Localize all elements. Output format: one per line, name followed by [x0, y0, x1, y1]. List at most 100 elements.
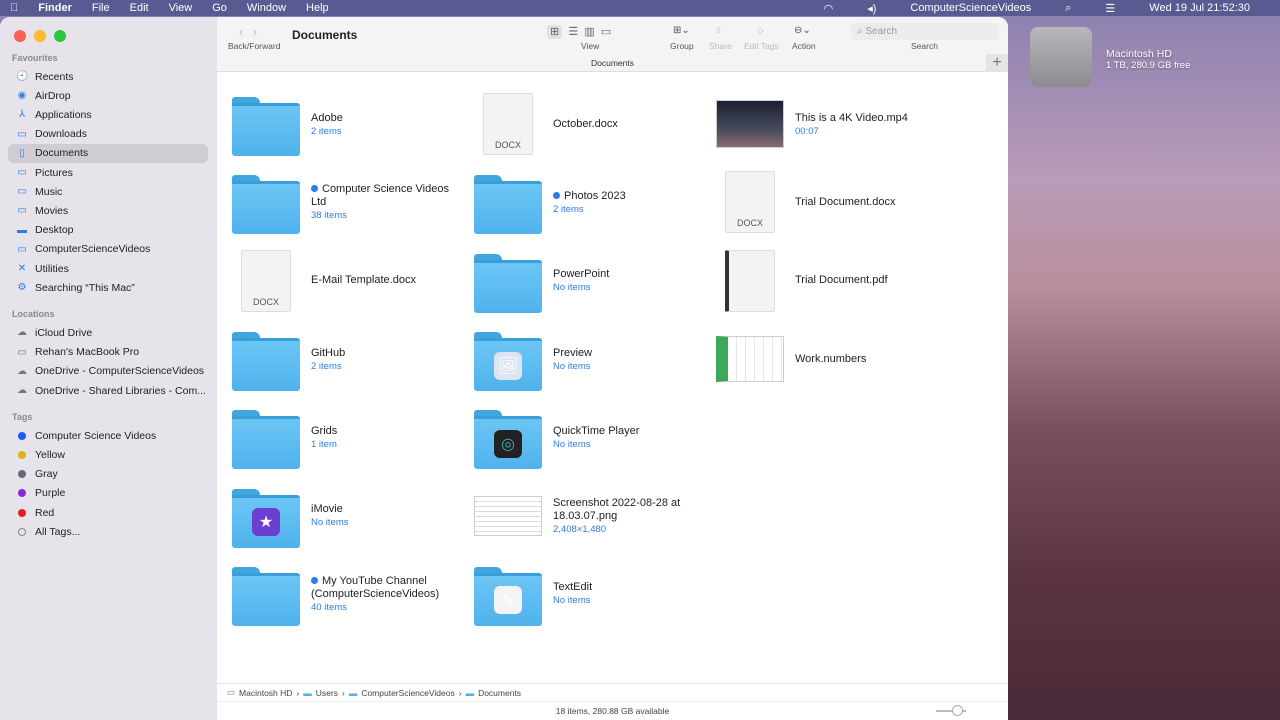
sidebar-item-searching-this-mac-[interactable]: ⚙ Searching “This Mac” [8, 278, 208, 297]
sidebar-item-applications[interactable]: ⅄ Applications [8, 105, 208, 124]
group-icon[interactable]: ⊞⌄ [673, 25, 690, 36]
file-subtitle: 1 item [311, 438, 337, 450]
sidebar-item-label: iCloud Drive [35, 326, 93, 339]
sidebar-tag-item[interactable]: Purple [8, 484, 208, 503]
apple-menu-icon[interactable]:  [10, 2, 18, 14]
menu-go[interactable]: Go [212, 2, 227, 14]
menu-help[interactable]: Help [306, 2, 329, 14]
desktop-disk-label[interactable]: Macintosh HD 1 TB, 280.9 GB free [1106, 48, 1190, 71]
action-icon[interactable]: ⊖⌄ [794, 25, 811, 36]
view-switcher[interactable]: ⊞ ☰ ▥ ▭ [547, 25, 611, 39]
sidebar-item-recents[interactable]: 🕘 Recents [8, 67, 208, 86]
menu-finder[interactable]: Finder [38, 2, 72, 14]
sidebar-tag-item[interactable]: Computer Science Videos [8, 426, 208, 445]
close-button[interactable] [14, 30, 26, 42]
sidebar-item-desktop[interactable]: ▬ Desktop [8, 221, 208, 240]
sidebar-icon: ▭ [17, 167, 27, 178]
wifi-icon[interactable]: ◠ [824, 2, 834, 15]
icon-view-icon[interactable]: ⊞ [547, 25, 563, 39]
sidebar-location-item[interactable]: ☁ OneDrive - Shared Libraries - Com... [8, 381, 208, 400]
sidebar-tag-item[interactable]: All Tags... [8, 522, 208, 541]
menubar-clock[interactable]: Wed 19 Jul 21:52:30 [1149, 2, 1250, 14]
disk-info: 1 TB, 280.9 GB free [1106, 60, 1191, 71]
gallery-view-icon[interactable]: ▭ [601, 26, 611, 38]
sidebar-item-label: Yellow [35, 448, 65, 461]
menu-file[interactable]: File [92, 2, 110, 14]
spotlight-icon[interactable]: ⌕ [1065, 2, 1071, 15]
menu-window[interactable]: Window [247, 2, 286, 14]
file-item[interactable]: Photos 2023 2 items [473, 163, 715, 241]
share-icon[interactable]: ⇧ [715, 25, 722, 36]
file-name: PowerPoint [553, 268, 610, 281]
file-item[interactable]: Adobe 2 items [231, 85, 473, 163]
sidebar-icon: ▭ [17, 205, 27, 217]
back-forward-buttons[interactable]: ‹ › [239, 25, 257, 39]
menubar-user[interactable]: ComputerScienceVideos [910, 2, 1031, 14]
file-item[interactable]: DOCX E-Mail Template.docx [231, 242, 473, 320]
file-name: Trial Document.pdf [795, 274, 888, 287]
sidebar-location-item[interactable]: ☁ iCloud Drive [8, 323, 208, 342]
image-thumbnail [474, 495, 542, 536]
tag-dot [311, 576, 318, 584]
file-name: iMovie [311, 503, 343, 516]
app-badge-icon: ✎ [494, 586, 522, 615]
menu-view[interactable]: View [169, 2, 193, 14]
minimize-button[interactable] [34, 30, 46, 42]
slider-thumb[interactable] [952, 705, 963, 716]
path-segment[interactable]: Macintosh HD [239, 688, 292, 698]
tag-icon[interactable]: ◇ [757, 25, 764, 36]
sidebar-item-computersciencevideos[interactable]: ▭ ComputerScienceVideos [8, 240, 208, 259]
tab-documents[interactable]: Documents [217, 54, 1008, 72]
sidebar-item-utilities[interactable]: ✕ Utilities [8, 259, 208, 278]
sidebar-item-movies[interactable]: ▭ Movies [8, 201, 208, 220]
file-item[interactable]: Work.numbers [715, 320, 957, 398]
zoom-button[interactable] [54, 30, 66, 42]
column-view-icon[interactable]: ▥ [584, 26, 594, 38]
file-item[interactable]: Screenshot 2022-08-28 at 18.03.07.png 2,4… [473, 476, 715, 554]
sidebar-item-music[interactable]: ▭ Music [8, 182, 208, 201]
macintosh-hd-icon[interactable] [1030, 27, 1092, 87]
icon-size-slider[interactable] [936, 705, 966, 716]
file-subtitle: 2 items [311, 360, 342, 372]
file-item[interactable]: GitHub 2 items [231, 320, 473, 398]
sidebar-item-pictures[interactable]: ▭ Pictures [8, 163, 208, 182]
sidebar-item-downloads[interactable]: ▭ Downloads [8, 125, 208, 144]
file-item[interactable]: DOCX October.docx [473, 85, 715, 163]
sidebar-tag-item[interactable]: Gray [8, 465, 208, 484]
list-view-icon[interactable]: ☰ [568, 26, 578, 38]
file-item[interactable]: Grids 1 item [231, 398, 473, 476]
sidebar-item-documents[interactable]: ▯ Documents [8, 143, 208, 163]
file-item[interactable]: ◎ QuickTime Player No items [473, 398, 715, 476]
sidebar-location-item[interactable]: ▭ Rehan's MacBook Pro [8, 343, 208, 362]
path-segment[interactable]: Documents [478, 688, 521, 698]
file-name: Photos 2023 [564, 189, 626, 202]
menu-edit[interactable]: Edit [130, 2, 149, 14]
sidebar-item-label: Music [35, 185, 63, 198]
file-item[interactable]: This is a 4K Video.mp4 00:07 [715, 85, 957, 163]
sidebar-item-label: Utilities [35, 262, 69, 275]
file-item[interactable]: DOCX Trial Document.docx [715, 163, 957, 241]
sidebar-item-airdrop[interactable]: ◉ AirDrop [8, 86, 208, 105]
sidebar-tag-item[interactable]: Red [8, 503, 208, 522]
docx-file-icon: DOCX [241, 249, 291, 312]
file-item[interactable]: Trial Document.pdf [715, 242, 957, 320]
sidebar-tag-item[interactable]: Yellow [8, 445, 208, 464]
file-item[interactable]: 🖼 Preview No items [473, 320, 715, 398]
path-segment[interactable]: Users [316, 688, 338, 698]
volume-icon[interactable]: ◂) [867, 2, 876, 15]
file-item[interactable]: My YouTube Channel (ComputerScienceVideo… [231, 555, 473, 633]
file-item[interactable]: ★ iMovie No items [231, 476, 473, 554]
docx-file-icon: DOCX [483, 93, 533, 156]
file-subtitle: No items [553, 438, 591, 450]
search-input[interactable]: ⌕ Search [851, 23, 999, 40]
file-item[interactable]: Computer Science Videos Ltd 38 items [231, 163, 473, 241]
sidebar-item-label: Documents [35, 147, 89, 160]
file-item[interactable]: ✎ TextEdit No items [473, 555, 715, 633]
new-tab-button[interactable]: + [986, 54, 1008, 72]
sidebar-icon: ▭ [17, 128, 27, 140]
file-item[interactable]: PowerPoint No items [473, 242, 715, 320]
control-center-icon[interactable]: ☰ [1105, 2, 1115, 15]
sidebar-icon: ⚙ [17, 282, 27, 294]
sidebar-location-item[interactable]: ☁ OneDrive - ComputerScienceVideos [8, 362, 208, 381]
path-segment[interactable]: ComputerScienceVideos [361, 688, 454, 698]
